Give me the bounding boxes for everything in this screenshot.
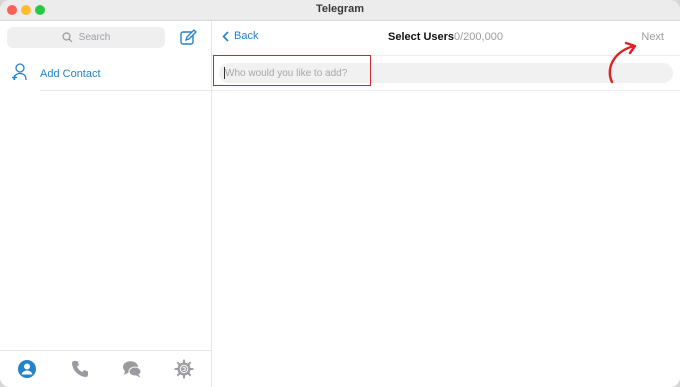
add-contact-icon xyxy=(12,63,27,81)
highlight-box xyxy=(213,55,371,86)
telegram-window: Telegram Search Add Contact Back Select … xyxy=(0,0,680,387)
back-button[interactable]: Back xyxy=(222,30,258,42)
gear-icon[interactable] xyxy=(174,359,194,379)
next-button[interactable]: Next xyxy=(641,31,664,43)
compose-icon[interactable] xyxy=(179,29,197,47)
title-bar: Telegram xyxy=(0,0,680,21)
search-placeholder: Search xyxy=(78,32,111,43)
chat-bubbles-icon[interactable] xyxy=(122,359,142,379)
window-title: Telegram xyxy=(315,3,365,15)
add-contact-item[interactable]: Add Contact xyxy=(0,58,211,91)
selected-count: 0/200,000 xyxy=(454,31,503,43)
person-icon[interactable] xyxy=(17,359,37,379)
page-title: Select Users xyxy=(388,31,455,43)
tab-bar xyxy=(0,350,211,387)
search-field[interactable]: Search xyxy=(7,27,165,48)
divider xyxy=(212,90,680,91)
back-label: Back xyxy=(234,30,259,42)
add-contact-label: Add Contact xyxy=(40,68,101,80)
sidebar: Search Add Contact xyxy=(0,21,212,387)
curved-arrow-icon xyxy=(608,41,637,84)
search-icon xyxy=(62,32,73,43)
chevron-left-icon xyxy=(222,30,229,42)
divider xyxy=(40,90,211,91)
phone-icon[interactable] xyxy=(70,359,90,379)
